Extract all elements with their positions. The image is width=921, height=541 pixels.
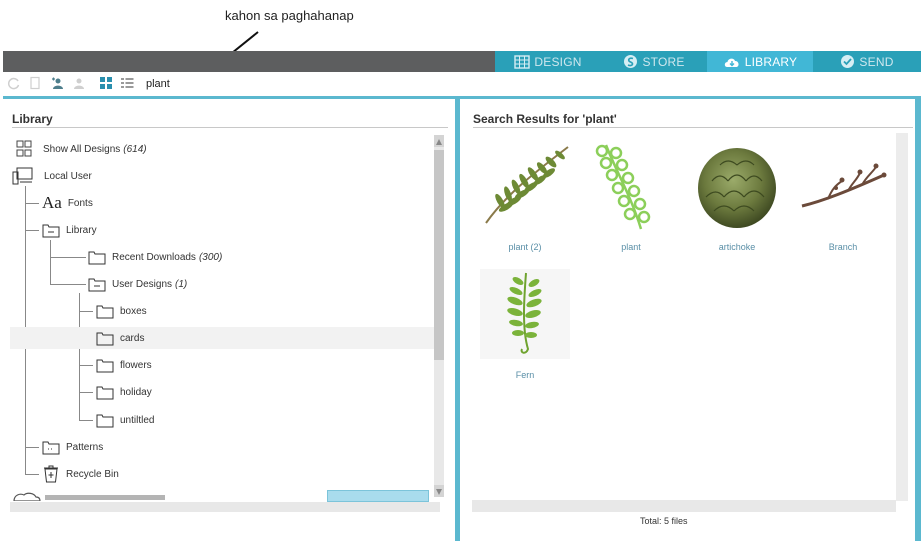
tab-library-label: LIBRARY [744, 54, 798, 69]
cloud-account-icon [13, 492, 41, 501]
tree-item-fonts[interactable]: Aa Fonts [42, 192, 422, 214]
tree-item-label: Fonts [67, 197, 93, 209]
result-item[interactable]: Branch [798, 141, 888, 252]
results-scrollbar[interactable] [896, 133, 908, 501]
tab-design-label: DESIGN [534, 54, 582, 69]
list-view-icon[interactable] [120, 76, 134, 90]
tab-send[interactable]: SEND [813, 51, 921, 72]
remove-user-icon[interactable] [71, 76, 85, 90]
check-icon [841, 55, 855, 68]
fern-thumbnail [480, 269, 570, 359]
result-item-label: plant (2) [508, 242, 542, 252]
refresh-icon[interactable] [7, 76, 21, 90]
scrollbar-thumb[interactable] [434, 150, 444, 360]
folder-icon [96, 332, 114, 346]
tree-item-show-all[interactable]: Show All Designs (614) [16, 138, 416, 160]
search-input[interactable] [146, 76, 226, 91]
tab-design[interactable]: DESIGN [495, 51, 601, 72]
tree-item-label: Library [66, 224, 97, 236]
computer-icon [12, 167, 33, 185]
results-grid: plant (2) plant artichoke Branch Fern [477, 133, 895, 501]
tree-item-label: untiltled [120, 414, 155, 426]
tree-item-untiltled[interactable]: untiltled [96, 409, 426, 431]
tree-item-label: boxes [120, 305, 147, 317]
plant-sprig-thumbnail [485, 146, 569, 224]
tab-store-label: STORE [642, 54, 685, 69]
tab-library[interactable]: LIBRARY [707, 51, 813, 72]
tree-item-label: Local User [44, 170, 92, 182]
tree-item-label: flowers [120, 359, 152, 371]
panel-right-border [915, 99, 921, 541]
tree-item-local-user[interactable]: Local User [12, 165, 412, 187]
grid-icon [16, 140, 32, 157]
folder-icon [42, 441, 60, 455]
tree-item-label: Show All Designs [43, 143, 121, 155]
branch-thumbnail [801, 163, 887, 208]
truncated-tree-item [45, 495, 165, 500]
results-total: Total: 5 files [640, 516, 688, 526]
tree-item-count: (614) [123, 143, 147, 155]
tree-item-count: (300) [198, 251, 223, 263]
tree-item-label: Patterns [66, 441, 104, 453]
folder-icon [96, 414, 114, 428]
tree-item-library[interactable]: Library [42, 219, 422, 241]
results-title: Search Results for 'plant' [473, 112, 617, 126]
tree-item-label: holiday [120, 386, 152, 398]
add-user-icon[interactable] [50, 76, 64, 90]
tree-item-cards[interactable]: cards [10, 327, 434, 349]
library-panel-title: Library [12, 112, 53, 126]
cloud-icon [724, 58, 739, 67]
tree-item-user-designs[interactable]: User Designs (1) [88, 273, 428, 295]
tree-item-recycle-bin[interactable]: Recycle Bin [42, 463, 422, 485]
tree-item-boxes[interactable]: boxes [96, 300, 426, 322]
result-item-label: artichoke [718, 242, 756, 252]
store-icon [624, 55, 638, 68]
result-item-label: plant [621, 242, 641, 252]
tree-item-count: (1) [175, 278, 188, 290]
trash-icon [44, 465, 58, 483]
folder-minus-icon [42, 224, 60, 238]
library-toolbar [3, 72, 921, 99]
folder-icon [96, 359, 114, 373]
artichoke-thumbnail [698, 148, 776, 228]
tree-highlight-button[interactable] [327, 490, 429, 502]
folder-minus-icon [88, 278, 106, 292]
folder-icon [96, 305, 114, 319]
folder-icon [88, 251, 106, 265]
folder-icon [96, 386, 114, 400]
tree-scrollbar[interactable] [434, 135, 444, 497]
result-item-label: Branch [828, 242, 858, 252]
tree-item-flowers[interactable]: flowers [96, 354, 426, 376]
tree-item-label: Recycle Bin [66, 468, 119, 480]
result-item[interactable]: Fern [480, 269, 570, 380]
tree-horizontal-scrollbar[interactable] [10, 502, 440, 512]
tab-store[interactable]: STORE [601, 51, 707, 72]
scroll-up-arrow-icon[interactable] [434, 135, 444, 147]
tree-item-label: User Designs [112, 278, 173, 290]
result-item[interactable]: plant (2) [480, 141, 570, 252]
top-nav-bar: DESIGN STORE LIBRARY SEND [3, 51, 921, 72]
result-item[interactable]: plant [586, 141, 676, 252]
plant-leaf-thumbnail [595, 144, 651, 230]
scroll-down-arrow-icon[interactable] [434, 485, 444, 497]
grid-view-icon[interactable] [99, 76, 113, 90]
results-horizontal-scrollbar[interactable] [472, 500, 896, 512]
annotation-label: kahon sa paghahanap [225, 8, 354, 23]
tree-item-holiday[interactable]: holiday [96, 381, 426, 403]
new-folder-icon[interactable] [28, 76, 42, 90]
tree-item-recent-downloads[interactable]: Recent Downloads (300) [88, 246, 428, 268]
result-item-label: Fern [515, 370, 535, 380]
tree-item-label: Recent Downloads [112, 251, 196, 263]
grid-icon [514, 54, 531, 69]
tab-send-label: SEND [859, 54, 894, 69]
result-item[interactable]: artichoke [692, 141, 782, 252]
tree-item-label: cards [120, 332, 145, 344]
tree-item-patterns[interactable]: Patterns [42, 436, 422, 458]
font-icon: Aa [42, 193, 62, 212]
